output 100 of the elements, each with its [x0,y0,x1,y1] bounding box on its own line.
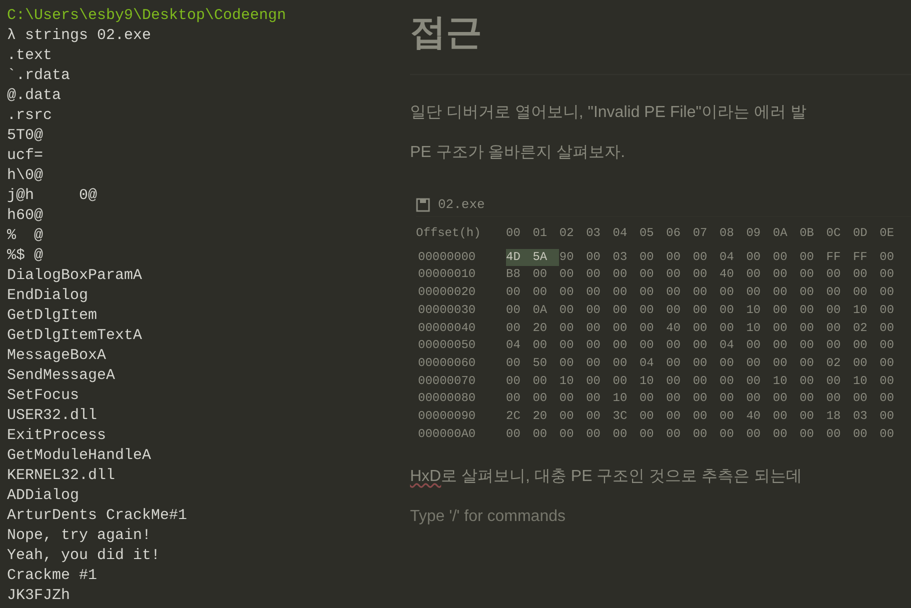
byte-cell-text: 00 [506,372,522,390]
file-tab[interactable]: 02.exe [438,194,485,214]
byte-cell-text: 00 [852,426,868,443]
byte-cell-text: 00 [692,248,708,266]
byte-cell-text: 00 [826,426,842,443]
output-line: Crackme #1 [7,566,98,586]
byte-cell-text: 00 [772,390,788,408]
byte-cell-text: 00 [559,337,575,354]
byte-cell-text: 02 [826,354,842,372]
byte-cell-text: 00 [559,320,575,337]
column-header: 09 [746,225,762,242]
byte-cell-text: 00 [586,337,602,354]
byte-cell-text: 50 [532,354,548,372]
output-line: h60@ [7,206,44,226]
byte-cell-text: 00 [800,302,815,319]
byte-cell-text: 00 [586,426,602,443]
byte-cell-text: 04 [720,248,735,266]
selected-byte[interactable]: 4D [506,248,533,266]
byte-cell-text: 00 [692,408,708,426]
byte-cell-text: FF [826,248,842,266]
byte-cell-text: 00 [772,248,788,266]
byte-cell-text: 00 [746,284,762,302]
offset-cell-text: 00000010 [417,266,477,284]
column-header: 04 [612,225,628,242]
byte-cell-text: 00 [586,284,602,302]
byte-cell-text: 00 [612,337,628,354]
output-line: .text [7,46,52,66]
byte-cell-text: 00 [506,390,522,408]
output-line: @.data [7,86,62,106]
output-line: ADDialog [7,486,80,506]
byte-cell-text: 00 [559,426,575,443]
paragraph: PE 구조가 올바른지 살펴보자. [410,143,626,163]
byte-cell-text: 00 [880,372,896,390]
byte-cell-text: 00 [586,320,602,337]
byte-cell-text: 00 [692,390,708,408]
byte-cell-text: 00 [880,390,896,408]
output-line: Nope, try again! [7,526,152,546]
byte-cell-text: 00 [692,302,708,319]
offset-cell-text: 00000040 [417,320,477,337]
byte-cell-text: FF [852,248,868,266]
column-header: 08 [720,225,735,242]
byte-cell-text: 10 [612,390,628,408]
byte-cell-text: 04 [720,337,735,354]
output-line: SendMessageA [7,366,116,386]
byte-cell-text: 00 [880,248,896,266]
byte-cell-text: 00 [772,302,788,319]
byte-cell-text: 00 [852,266,868,284]
byte-cell-text: 10 [639,372,655,390]
output-line: Yeah, you did it! [7,546,160,566]
paragraph: HxD로 살펴보니, 대충 PE 구조인 것으로 추측은 되는데 [410,467,802,488]
selected-byte[interactable]: 5A [532,248,560,266]
byte-cell-text: 00 [532,284,548,302]
output-line: % @ [7,226,44,246]
byte-cell-text: 00 [666,302,682,319]
byte-cell-text: 00 [612,266,628,284]
byte-cell-text: 02 [852,320,868,337]
byte-cell-text: 00 [532,337,548,354]
byte-cell-text: 40 [666,320,682,337]
byte-cell-text: 2C [506,408,522,426]
byte-cell-text: 00 [880,266,896,284]
byte-cell-text: 00 [800,248,815,266]
editor-placeholder[interactable]: Type '/' for commands [410,497,566,538]
byte-cell-text: 00 [800,337,815,354]
byte-cell-text: 00 [506,302,522,319]
byte-cell-text: 00 [506,426,522,443]
output-line: ucf= [7,146,44,166]
byte-cell-text: 00 [692,266,708,284]
byte-cell-text: 00 [666,337,682,354]
byte-cell-text: 00 [559,284,575,302]
byte-cell-text: 00 [826,372,842,390]
byte-cell-text: 00 [559,266,575,284]
output-line: DialogBoxParamA [7,266,142,286]
byte-cell-text: 00 [639,284,655,302]
byte-cell-text: 00 [639,426,655,443]
byte-cell-text: 00 [586,354,602,372]
byte-cell-text: 00 [746,248,762,266]
column-header: 02 [559,225,575,242]
byte-cell-text: 00 [666,354,682,372]
byte-cell-text: 00 [666,372,682,390]
byte-cell-text: 00 [746,390,762,408]
byte-cell-text: 00 [800,426,815,443]
byte-cell-text: 00 [720,390,735,408]
byte-cell-text: 00 [826,266,842,284]
offset-cell-text: 00000070 [417,372,477,390]
byte-cell-text: 00 [586,408,602,426]
hxd-link[interactable]: HxD [410,468,442,486]
byte-cell-text: 00 [612,354,628,372]
byte-cell-text: 10 [772,372,788,390]
byte-cell-text: 00 [720,284,735,302]
byte-cell-text: 00 [586,390,602,408]
output-line: GetModuleHandleA [7,446,152,466]
byte-cell-text: 10 [559,372,575,390]
byte-cell-text: 00 [666,408,682,426]
byte-cell-text: 3C [612,408,628,426]
byte-cell-text: 18 [826,408,842,426]
byte-cell-text: 00 [826,284,842,302]
byte-cell-text: 00 [666,390,682,408]
byte-cell-text: 00 [800,354,815,372]
byte-cell-text: 00 [720,426,735,443]
byte-cell-text: 00 [746,337,762,354]
